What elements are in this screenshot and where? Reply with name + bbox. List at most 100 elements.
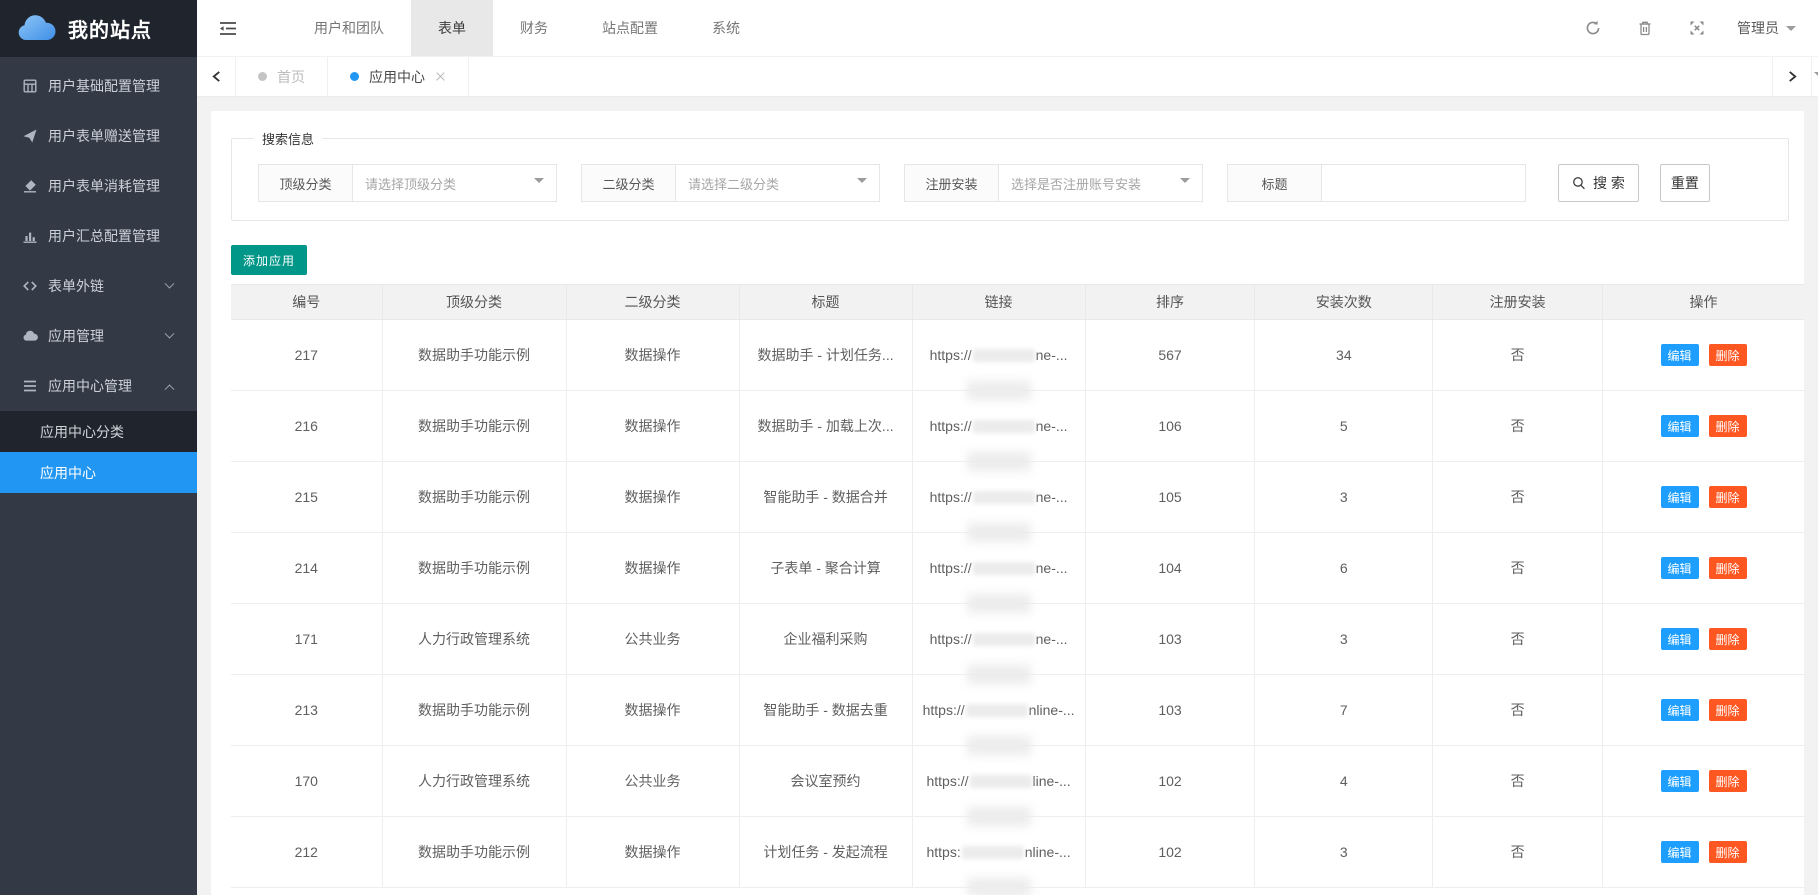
cell-title: 数据助手 - 加载上次... (739, 391, 912, 462)
cell-actions: 编辑删除 (1603, 817, 1804, 888)
column-header: 顶级分类 (382, 285, 566, 320)
cell-link: https://nline-... (912, 675, 1085, 746)
cell-sort: 102 (1085, 817, 1255, 888)
link-suffix: ne-... (1036, 418, 1068, 434)
trash-icon[interactable] (1619, 20, 1671, 36)
edit-button[interactable]: 编辑 (1661, 486, 1699, 508)
page-tab-0[interactable]: 首页 (236, 57, 328, 96)
cell-sort: 103 (1085, 604, 1255, 675)
close-icon[interactable] (435, 71, 446, 82)
sidebar-item-0[interactable]: 用户基础配置管理 (0, 61, 197, 111)
search-panel: 搜索信息 顶级分类 请选择顶级分类 二级分类 请选择二级分类 (231, 129, 1789, 221)
delete-button[interactable]: 删除 (1709, 699, 1747, 721)
chevron-up-icon (165, 384, 175, 394)
cell-installs: 3 (1255, 462, 1433, 533)
link-prefix: https:// (926, 773, 968, 789)
delete-button[interactable]: 删除 (1709, 415, 1747, 437)
edit-button[interactable]: 编辑 (1661, 344, 1699, 366)
link-suffix: ne-... (1036, 631, 1068, 647)
sidebar-item-3[interactable]: 用户汇总配置管理 (0, 211, 197, 261)
chevron-down-icon (165, 278, 175, 288)
redacted-link-segment (973, 633, 1035, 646)
delete-button[interactable]: 删除 (1709, 486, 1747, 508)
table-row: 170人力行政管理系统公共业务会议室预约https://line-...1024… (231, 746, 1804, 817)
sidebar-item-4[interactable]: 表单外链 (0, 261, 197, 311)
cell-title: 企业福利采购 (739, 604, 912, 675)
cell-actions: 编辑删除 (1603, 391, 1804, 462)
top-category-select[interactable]: 请选择顶级分类 (353, 164, 557, 202)
cell-title: 子表单 - 聚合计算 (739, 533, 912, 604)
page-tab-label: 首页 (277, 67, 305, 87)
top-nav-tab-4[interactable]: 系统 (685, 0, 767, 56)
tabs-scroll-left-icon[interactable] (197, 57, 236, 96)
top-nav: 用户和团队表单财务站点配置系统 (197, 0, 1818, 57)
search-panel-title: 搜索信息 (254, 129, 322, 148)
cell-id: 212 (231, 817, 382, 888)
register-install-select[interactable]: 选择是否注册账号安装 (999, 164, 1203, 202)
delete-button[interactable]: 删除 (1709, 770, 1747, 792)
search-icon (1572, 176, 1586, 190)
sidebar-subitem-1[interactable]: 应用中心 (0, 452, 197, 493)
delete-button[interactable]: 删除 (1709, 344, 1747, 366)
reset-button[interactable]: 重置 (1660, 164, 1710, 202)
tabs-menu-icon[interactable] (1811, 57, 1818, 96)
cell-link: https://ne-... (912, 533, 1085, 604)
add-app-button[interactable]: 添加应用 (231, 245, 307, 275)
search-button[interactable]: 搜 索 (1558, 164, 1639, 202)
edit-button[interactable]: 编辑 (1661, 557, 1699, 579)
cell-sort: 106 (1085, 391, 1255, 462)
sidebar-item-2[interactable]: 用户表单消耗管理 (0, 161, 197, 211)
link-prefix: https:// (930, 560, 972, 576)
sidebar-subitem-0[interactable]: 应用中心分类 (0, 411, 197, 452)
top-nav-tab-0[interactable]: 用户和团队 (287, 0, 411, 56)
sub-category-placeholder: 请选择二级分类 (688, 174, 850, 193)
app-table: 编号顶级分类二级分类标题链接排序安装次数注册安装操作 217数据助手功能示例数据… (231, 284, 1804, 888)
sidebar-submenu: 应用中心分类应用中心 (0, 411, 197, 493)
cell-sort: 103 (1085, 675, 1255, 746)
sidebar-item-1[interactable]: 用户表单赠送管理 (0, 111, 197, 161)
cell-sort: 567 (1085, 320, 1255, 391)
cell-link: https://ne-... (912, 391, 1085, 462)
table-row: 215数据助手功能示例数据操作智能助手 - 数据合并https://ne-...… (231, 462, 1804, 533)
admin-menu[interactable]: 管理员 (1737, 18, 1796, 38)
top-nav-tab-1[interactable]: 表单 (411, 0, 493, 56)
edit-button[interactable]: 编辑 (1661, 841, 1699, 863)
link-prefix: https:// (930, 347, 972, 363)
search-button-label: 搜 索 (1593, 173, 1625, 193)
delete-button[interactable]: 删除 (1709, 628, 1747, 650)
field-title: 标题 (1227, 164, 1526, 202)
page-tab-1[interactable]: 应用中心 (328, 57, 469, 96)
sub-category-select[interactable]: 请选择二级分类 (676, 164, 880, 202)
cell-sort: 105 (1085, 462, 1255, 533)
edit-button[interactable]: 编辑 (1661, 415, 1699, 437)
title-input[interactable] (1322, 164, 1526, 202)
redacted-link-segment (970, 775, 1032, 788)
redacted-link-segment (973, 420, 1035, 433)
column-header: 排序 (1085, 285, 1255, 320)
edit-button[interactable]: 编辑 (1661, 628, 1699, 650)
cell-title: 会议室预约 (739, 746, 912, 817)
cell-installs: 4 (1255, 746, 1433, 817)
delete-button[interactable]: 删除 (1709, 557, 1747, 579)
content-card: 搜索信息 顶级分类 请选择顶级分类 二级分类 请选择二级分类 (211, 111, 1804, 895)
top-nav-tab-3[interactable]: 站点配置 (575, 0, 685, 56)
cell-top-category: 数据助手功能示例 (382, 533, 566, 604)
chevron-down-icon (165, 328, 175, 338)
chevron-down-icon (857, 178, 867, 188)
redaction-smudge (967, 594, 1031, 613)
delete-button[interactable]: 删除 (1709, 841, 1747, 863)
collapse-sidebar-icon[interactable] (197, 0, 259, 56)
fullscreen-icon[interactable] (1671, 20, 1723, 36)
sidebar-item-label: 用户基础配置管理 (48, 76, 173, 96)
edit-button[interactable]: 编辑 (1661, 699, 1699, 721)
sidebar-item-6[interactable]: 应用中心管理 (0, 361, 197, 411)
tabs-scroll-right-icon[interactable] (1772, 57, 1811, 96)
sidebar-item-5[interactable]: 应用管理 (0, 311, 197, 361)
refresh-icon[interactable] (1567, 20, 1619, 36)
top-nav-tab-2[interactable]: 财务 (493, 0, 575, 56)
link-prefix: https:// (923, 702, 965, 718)
column-header: 操作 (1603, 285, 1804, 320)
cell-sub-category: 公共业务 (566, 746, 739, 817)
edit-button[interactable]: 编辑 (1661, 770, 1699, 792)
column-header: 注册安装 (1433, 285, 1603, 320)
